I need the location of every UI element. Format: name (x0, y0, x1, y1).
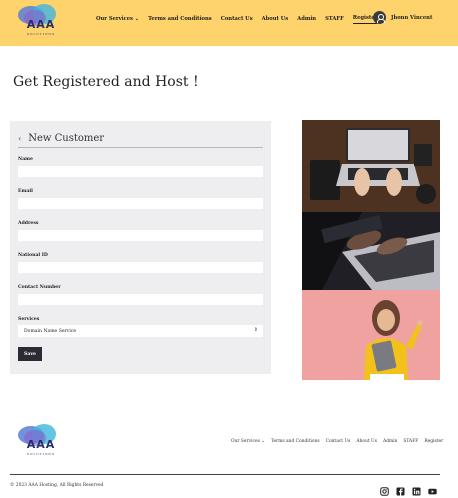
name-input[interactable] (18, 166, 263, 177)
footer-nav-terms[interactable]: Terms and Conditions (271, 439, 320, 444)
laptop-typing-photo (302, 212, 440, 290)
logo[interactable]: AAA SOLUTIONS (16, 4, 64, 36)
chevron-left-icon[interactable]: ‹ (18, 134, 21, 143)
national-id-input[interactable] (18, 262, 263, 273)
contact-number-input[interactable] (18, 294, 263, 305)
footer-logo[interactable]: AAA SOLUTIONS (16, 424, 64, 456)
footer-logo-subtext: SOLUTIONS (26, 452, 56, 456)
email-label: Email (18, 189, 33, 194)
site-header: AAA SOLUTIONS Our Services ⌄ Terms and C… (0, 0, 458, 46)
form-header: ‹ New Customer (18, 130, 263, 148)
services-label: Services (18, 317, 40, 322)
nav-terms[interactable]: Terms and Conditions (148, 16, 212, 22)
national-id-label: National ID (18, 253, 48, 258)
footer-nav-our-services[interactable]: Our Services ⌄ (231, 439, 265, 444)
user-name: Jhonn Vincent (391, 14, 433, 21)
services-selected-value: Domain Name Service (24, 328, 77, 334)
footer-nav-admin[interactable]: Admin (383, 439, 397, 444)
footer-nav: Our Services ⌄ Terms and Conditions Cont… (231, 439, 443, 444)
youtube-icon[interactable] (428, 481, 437, 495)
copyright: © 2023 AAA Hosting, All Rights Reserved (10, 483, 104, 488)
facebook-icon[interactable] (396, 481, 405, 496)
name-label: Name (18, 157, 33, 162)
nav-admin[interactable]: Admin (297, 16, 316, 22)
nav-about[interactable]: About Us (262, 16, 289, 22)
main-nav: Our Services ⌄ Terms and Conditions Cont… (96, 13, 378, 25)
instagram-icon[interactable] (380, 481, 389, 496)
save-button[interactable]: Save (18, 347, 42, 361)
select-arrows-icon: ⇕ (253, 327, 258, 333)
contact-number-label: Contact Number (18, 285, 61, 290)
laptop-desk-photo (302, 120, 440, 212)
logo-subtext: SOLUTIONS (26, 32, 56, 36)
nav-our-services[interactable]: Our Services ⌄ (96, 16, 139, 22)
footer-nav-staff[interactable]: STAFF (403, 439, 418, 444)
footer-logo-mark: AAA SOLUTIONS (16, 424, 64, 456)
logo-text: AAA (26, 18, 56, 31)
address-input[interactable] (18, 230, 263, 241)
email-input[interactable] (18, 198, 263, 209)
footer-nav-contact[interactable]: Contact Us (326, 439, 351, 444)
form-title: New Customer (28, 133, 105, 144)
user-menu[interactable]: Jhonn Vincent (373, 11, 432, 24)
linkedin-icon[interactable] (412, 481, 421, 496)
nav-contact[interactable]: Contact Us (221, 16, 253, 22)
services-select[interactable]: Domain Name Service ⇕ (18, 325, 263, 337)
address-label: Address (18, 221, 39, 226)
user-avatar-icon (373, 11, 386, 24)
nav-staff[interactable]: STAFF (325, 16, 344, 22)
footer-divider (10, 474, 440, 475)
footer-logo-text: AAA (26, 438, 56, 451)
social-links (380, 481, 437, 496)
page-title: Get Registered and Host ! (13, 74, 199, 90)
woman-with-laptop-photo (302, 290, 440, 380)
footer-nav-register[interactable]: Register (424, 439, 443, 444)
footer-nav-about[interactable]: About Us (356, 439, 377, 444)
